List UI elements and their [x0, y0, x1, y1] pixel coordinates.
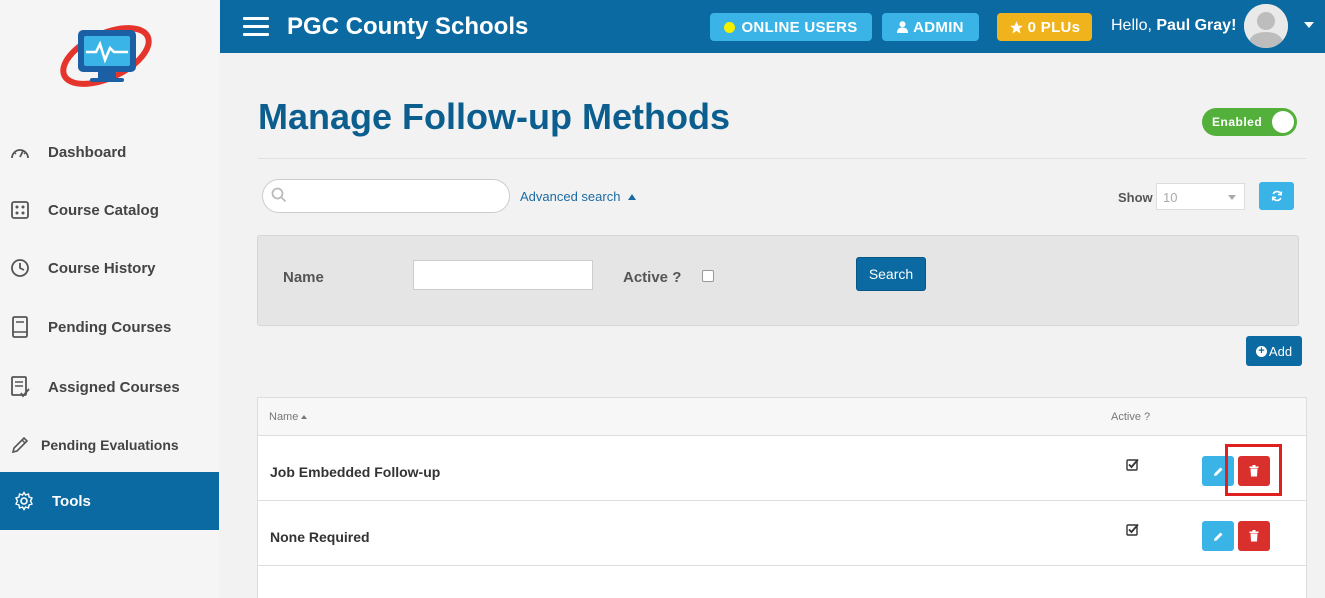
sidebar-item-label: Tools — [52, 492, 91, 510]
online-dot-icon — [724, 21, 736, 33]
sidebar-item-label: Pending Evaluations — [41, 437, 179, 453]
online-users-button[interactable]: ONLINE USERS — [710, 13, 872, 41]
sidebar-item-course-history[interactable]: Course History — [0, 239, 219, 297]
filter-active-label: Active ? — [623, 269, 682, 286]
sidebar-item-pending-courses[interactable]: Pending Courses — [0, 298, 219, 356]
enabled-toggle[interactable]: Enabled — [1202, 108, 1297, 136]
row-name: None Required — [270, 529, 370, 545]
edit-button[interactable] — [1202, 521, 1234, 551]
pencil-icon — [9, 434, 31, 456]
admin-button[interactable]: ADMIN — [882, 13, 979, 41]
pencil-icon — [1213, 531, 1224, 542]
greeting-prefix: Hello, — [1111, 17, 1157, 34]
search-field[interactable] — [262, 179, 510, 213]
refresh-button[interactable] — [1259, 182, 1294, 210]
plus-label: 0 PLUs — [1027, 18, 1081, 36]
advanced-search-link[interactable]: Advanced search — [520, 189, 637, 204]
sidebar-item-course-catalog[interactable]: Course Catalog — [0, 181, 219, 239]
caret-up-icon — [628, 193, 637, 200]
page-title: Manage Follow-up Methods — [258, 96, 730, 137]
search-button[interactable]: Search — [856, 257, 926, 291]
filter-name-label: Name — [283, 269, 324, 286]
page-size-value: 10 — [1163, 190, 1178, 205]
assigned-icon — [9, 376, 31, 398]
add-button[interactable]: + Add — [1246, 336, 1302, 366]
history-icon — [9, 257, 31, 279]
add-label: Add — [1268, 343, 1293, 359]
methods-table: Name Active ? Job Embedded Follow-up Non… — [257, 397, 1307, 598]
gear-icon — [13, 490, 35, 512]
table-row: Job Embedded Follow-up — [258, 436, 1306, 501]
catalog-icon — [9, 199, 31, 221]
app-logo[interactable] — [56, 18, 160, 94]
online-users-label: ONLINE USERS — [741, 18, 858, 36]
edit-button[interactable] — [1202, 456, 1234, 486]
page-size-select[interactable]: 10 — [1156, 183, 1245, 210]
divider — [258, 158, 1306, 159]
delete-button[interactable] — [1238, 521, 1270, 551]
user-name: Paul Gray! — [1156, 17, 1237, 34]
pencil-icon — [1213, 466, 1224, 477]
sidebar: Dashboard Course Catalog Course History … — [0, 0, 219, 598]
admin-label: ADMIN — [913, 18, 964, 36]
column-header-name[interactable]: Name — [269, 411, 308, 423]
delete-button[interactable] — [1238, 456, 1270, 486]
user-icon — [897, 21, 909, 33]
row-name: Job Embedded Follow-up — [270, 464, 441, 480]
table-row: None Required — [258, 501, 1306, 566]
sidebar-item-label: Dashboard — [48, 143, 127, 161]
advanced-search-label: Advanced search — [520, 189, 621, 204]
sidebar-item-assigned-courses[interactable]: Assigned Courses — [0, 358, 219, 416]
search-input[interactable] — [293, 186, 498, 206]
toggle-label: Enabled — [1212, 115, 1263, 129]
column-header-active: Active ? — [1111, 411, 1151, 423]
column-name-label: Name — [269, 411, 299, 423]
sidebar-item-label: Assigned Courses — [48, 378, 180, 396]
user-menu-caret-icon[interactable] — [1304, 22, 1314, 28]
filter-name-input[interactable] — [413, 260, 593, 290]
checked-icon — [1126, 523, 1139, 541]
sidebar-item-pending-evaluations[interactable]: Pending Evaluations — [0, 416, 219, 474]
trash-icon — [1249, 465, 1259, 477]
book-icon — [9, 316, 31, 338]
checked-icon — [1126, 458, 1139, 476]
trash-icon — [1249, 530, 1259, 542]
sidebar-item-label: Course History — [48, 259, 156, 277]
toggle-knob — [1272, 111, 1294, 133]
refresh-icon — [1271, 190, 1283, 202]
sort-asc-icon — [301, 415, 308, 419]
sidebar-item-label: Pending Courses — [48, 318, 172, 336]
top-header: PGC County Schools ONLINE USERS ADMIN 0 … — [220, 0, 1325, 53]
show-label: Show — [1118, 190, 1153, 205]
star-icon — [1009, 20, 1024, 35]
filter-active-checkbox[interactable] — [702, 270, 714, 282]
avatar[interactable] — [1244, 4, 1288, 48]
plus-circle-icon: + — [1255, 345, 1267, 357]
dashboard-icon — [9, 141, 31, 163]
plus-button[interactable]: 0 PLUs — [997, 13, 1092, 41]
menu-icon[interactable] — [243, 17, 269, 37]
table-header: Name Active ? — [258, 398, 1306, 436]
chevron-down-icon — [1228, 195, 1236, 200]
app-title: PGC County Schools — [287, 13, 529, 40]
greeting: Hello, Paul Gray! — [1111, 17, 1236, 35]
sidebar-item-tools[interactable]: Tools — [0, 472, 219, 530]
search-icon — [271, 187, 287, 208]
sidebar-item-dashboard[interactable]: Dashboard — [0, 123, 219, 181]
sidebar-item-label: Course Catalog — [48, 201, 159, 219]
